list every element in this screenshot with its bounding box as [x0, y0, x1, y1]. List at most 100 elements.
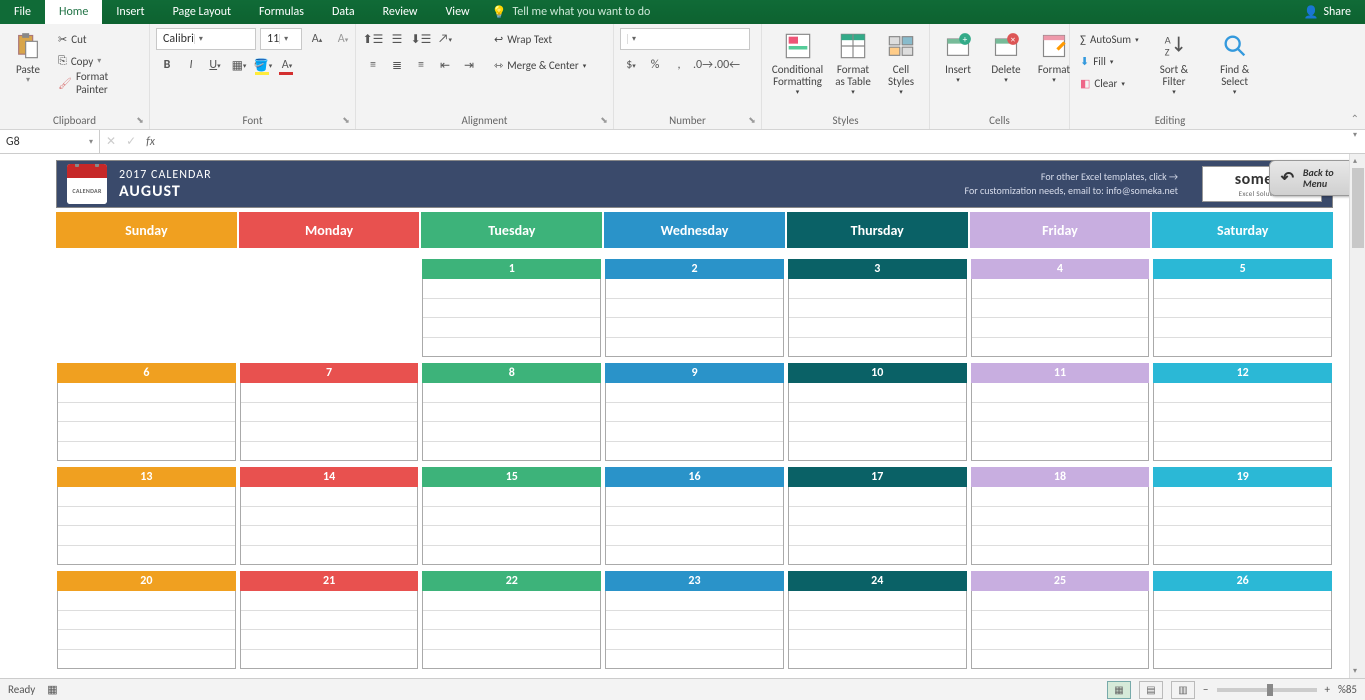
font-color-button[interactable]: A▾	[276, 54, 298, 76]
zoom-slider[interactable]	[1217, 688, 1317, 692]
bold-button[interactable]: B	[156, 54, 178, 76]
insert-cells-button[interactable]: +Insert▾	[936, 28, 980, 100]
fill-button[interactable]: ⬇Fill▾	[1076, 50, 1143, 72]
share-button[interactable]: 👤 Share	[1289, 0, 1365, 24]
sort-filter-button[interactable]: AZSort & Filter▾	[1147, 28, 1202, 100]
vertical-scrollbar[interactable]: ▴ ▾	[1349, 154, 1365, 678]
worksheet-area[interactable]: CALENDAR 2017 CALENDAR AUGUST For other …	[0, 154, 1365, 678]
alignment-launcher[interactable]: ⬊	[598, 114, 610, 126]
percent-button[interactable]: %	[644, 54, 666, 76]
tab-home[interactable]: Home	[45, 0, 102, 24]
clear-button[interactable]: ◧Clear▾	[1076, 72, 1143, 94]
font-name-combo[interactable]: Calibri▾	[156, 28, 256, 50]
collapse-ribbon-button[interactable]: ⌃	[1351, 112, 1359, 125]
calendar-cell[interactable]: 21	[239, 570, 420, 670]
fx-icon[interactable]: fx	[146, 135, 155, 149]
calendar-cell[interactable]: 11	[970, 362, 1151, 462]
decrease-indent-button[interactable]: ⇤	[434, 54, 456, 76]
font-size-combo[interactable]: 11▾	[260, 28, 302, 50]
font-launcher[interactable]: ⬊	[340, 114, 352, 126]
tab-file[interactable]: File	[0, 0, 45, 24]
shrink-font-button[interactable]: A▾	[332, 28, 354, 50]
align-middle-button[interactable]: ☰	[386, 28, 408, 50]
calendar-cell[interactable]: 9	[604, 362, 785, 462]
calendar-cell[interactable]	[239, 258, 420, 358]
page-layout-view-button[interactable]: ▤	[1139, 681, 1163, 699]
formula-input[interactable]	[161, 130, 1345, 153]
tab-data[interactable]: Data	[318, 0, 369, 24]
page-break-view-button[interactable]: ▥	[1171, 681, 1195, 699]
tab-review[interactable]: Review	[369, 0, 432, 24]
calendar-cell[interactable]: 18	[970, 466, 1151, 566]
calendar-cell[interactable]: 8	[421, 362, 602, 462]
zoom-in-button[interactable]: +	[1325, 683, 1330, 696]
calendar-cell[interactable]: 3	[787, 258, 968, 358]
format-as-table-button[interactable]: Format as Table▾	[831, 28, 875, 100]
calendar-cell[interactable]: 13	[56, 466, 237, 566]
calendar-cell[interactable]: 24	[787, 570, 968, 670]
calendar-cell[interactable]: 6	[56, 362, 237, 462]
calendar-cell[interactable]: 15	[421, 466, 602, 566]
enter-formula-icon[interactable]: ✓	[126, 134, 136, 149]
grow-font-button[interactable]: A▴	[306, 28, 328, 50]
cancel-formula-icon[interactable]: ✕	[106, 134, 116, 149]
clipboard-launcher[interactable]: ⬊	[134, 114, 146, 126]
tab-view[interactable]: View	[432, 0, 484, 24]
delete-cells-button[interactable]: ×Delete▾	[984, 28, 1028, 100]
find-select-button[interactable]: Find & Select▾	[1205, 28, 1264, 100]
paste-button[interactable]: Paste ▾	[6, 28, 50, 100]
calendar-cell[interactable]: 16	[604, 466, 785, 566]
underline-button[interactable]: U▾	[204, 54, 226, 76]
calendar-cell[interactable]: 26	[1152, 570, 1333, 670]
number-format-combo[interactable]: ▾	[620, 28, 750, 50]
calendar-cell[interactable]: 22	[421, 570, 602, 670]
cut-button[interactable]: ✂Cut	[54, 28, 143, 50]
align-right-button[interactable]: ≡	[410, 54, 432, 76]
calendar-cell[interactable]: 1	[421, 258, 602, 358]
autosum-button[interactable]: ∑AutoSum▾	[1076, 28, 1143, 50]
calendar-cell[interactable]: 20	[56, 570, 237, 670]
name-box[interactable]: G8▾	[0, 130, 100, 153]
normal-view-button[interactable]: ▦	[1107, 681, 1131, 699]
zoom-level[interactable]: %85	[1338, 683, 1357, 696]
increase-decimal-button[interactable]: .0→	[692, 54, 714, 76]
tell-me[interactable]: 💡 Tell me what you want to do	[492, 0, 651, 24]
align-top-button[interactable]: ⬆☰	[362, 28, 384, 50]
calendar-cell[interactable]: 7	[239, 362, 420, 462]
calendar-cell[interactable]: 12	[1152, 362, 1333, 462]
calendar-cell[interactable]: 5	[1152, 258, 1333, 358]
calendar-cell[interactable]: 10	[787, 362, 968, 462]
back-to-menu-button[interactable]: ↶ Back to Menu	[1269, 160, 1361, 196]
italic-button[interactable]: I	[180, 54, 202, 76]
increase-indent-button[interactable]: ⇥	[458, 54, 480, 76]
align-center-button[interactable]: ≣	[386, 54, 408, 76]
tab-formulas[interactable]: Formulas	[245, 0, 318, 24]
orientation-button[interactable]: ↗▾	[434, 28, 456, 50]
accounting-button[interactable]: $▾	[620, 54, 642, 76]
calendar-cell[interactable]: 25	[970, 570, 1151, 670]
border-button[interactable]: ▦▾	[228, 54, 250, 76]
calendar-cell[interactable]	[56, 258, 237, 358]
decrease-decimal-button[interactable]: .00←	[716, 54, 738, 76]
calendar-cell[interactable]: 2	[604, 258, 785, 358]
merge-center-button[interactable]: ⇿Merge & Center▾	[490, 54, 590, 76]
calendar-cell[interactable]: 14	[239, 466, 420, 566]
cell-styles-button[interactable]: Cell Styles▾	[879, 28, 923, 100]
zoom-out-button[interactable]: −	[1203, 683, 1208, 696]
expand-formula-button[interactable]: ▾	[1345, 130, 1365, 153]
calendar-cell[interactable]: 23	[604, 570, 785, 670]
align-bottom-button[interactable]: ⬇☰	[410, 28, 432, 50]
number-launcher[interactable]: ⬊	[746, 114, 758, 126]
format-painter-button[interactable]: 🖌Format Painter	[54, 72, 143, 94]
calendar-cell[interactable]: 17	[787, 466, 968, 566]
wrap-text-button[interactable]: ↩Wrap Text	[490, 28, 590, 50]
conditional-formatting-button[interactable]: Conditional Formatting▾	[768, 28, 827, 100]
fill-color-button[interactable]: 🪣▾	[252, 54, 274, 76]
calendar-cell[interactable]: 19	[1152, 466, 1333, 566]
tab-page-layout[interactable]: Page Layout	[159, 0, 245, 24]
calendar-cell[interactable]: 4	[970, 258, 1151, 358]
comma-button[interactable]: ,	[668, 54, 690, 76]
align-left-button[interactable]: ≡	[362, 54, 384, 76]
tab-insert[interactable]: Insert	[102, 0, 158, 24]
macro-record-icon[interactable]: ▦	[47, 683, 57, 696]
